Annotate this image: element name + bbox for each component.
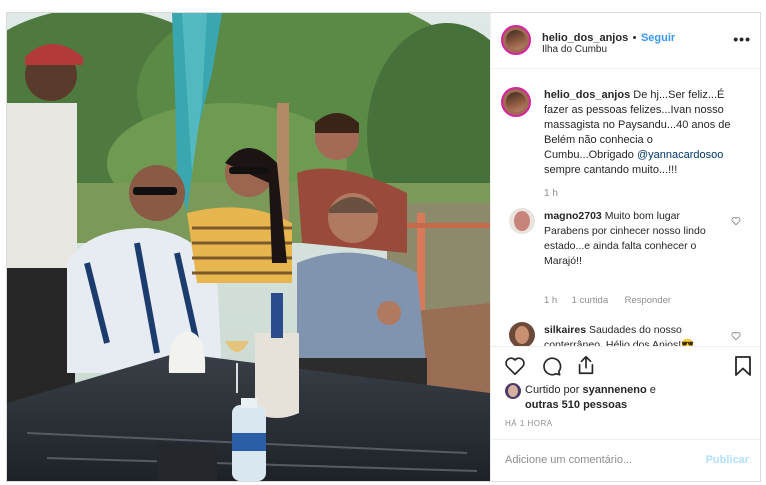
instagram-post: helio_dos_anjos • Seguir Ilha do Cumbu •… xyxy=(6,12,761,482)
post-caption: helio_dos_anjos De hj...Ser feliz...É fa… xyxy=(544,88,734,201)
follow-button[interactable]: Seguir xyxy=(641,32,675,44)
liked-by-user[interactable]: syanneneno xyxy=(582,384,646,396)
post-side-panel: helio_dos_anjos • Seguir Ilha do Cumbu •… xyxy=(490,13,760,481)
caption-text-end: sempre cantando muito...!!! xyxy=(544,164,678,176)
caption-username[interactable]: helio_dos_anjos xyxy=(544,89,630,101)
add-comment-input[interactable]: Adicione um comentário... xyxy=(505,454,632,466)
comment-bubble-icon[interactable] xyxy=(540,355,562,377)
comment-username[interactable]: silkaires xyxy=(544,324,586,336)
add-comment-bar: Adicione um comentário... Publicar xyxy=(491,439,760,481)
separator-dot: • xyxy=(632,32,637,44)
liked-by-prefix: Curtido por xyxy=(525,384,583,396)
liked-by-middle: e xyxy=(646,384,656,396)
like-comment-heart-icon[interactable] xyxy=(731,331,741,341)
group-photo-illustration xyxy=(7,13,490,481)
comment-likes-count[interactable]: 1 curtida xyxy=(572,295,608,306)
post-header: helio_dos_anjos • Seguir Ilha do Cumbu •… xyxy=(491,13,760,69)
caption-mention[interactable]: @yannacardosoo xyxy=(637,149,723,161)
liked-by-summary: Curtido por syanneneno e outras 510 pess… xyxy=(525,383,656,413)
post-location[interactable]: Ilha do Cumbu xyxy=(542,44,607,55)
caption-avatar[interactable] xyxy=(501,87,531,117)
commenter-avatar-silkaires[interactable] xyxy=(509,322,535,346)
save-bookmark-icon[interactable] xyxy=(734,355,752,377)
like-heart-icon[interactable] xyxy=(504,355,526,377)
author-avatar[interactable] xyxy=(501,25,531,55)
post-photo[interactable] xyxy=(7,13,490,481)
liked-by-others[interactable]: outras 510 pessoas xyxy=(525,399,627,411)
share-icon[interactable] xyxy=(575,354,597,376)
comment-silkaires: silkaires Saudades do nosso conterrâneo,… xyxy=(544,323,724,346)
author-username[interactable]: helio_dos_anjos xyxy=(542,32,628,44)
post-timestamp[interactable]: HÁ 1 HORA xyxy=(505,419,553,428)
reply-button[interactable]: Responder xyxy=(625,295,671,306)
comment-username[interactable]: magno2703 xyxy=(544,210,602,222)
like-comment-heart-icon[interactable] xyxy=(731,216,741,226)
comment-time: 1 h xyxy=(544,295,558,306)
comments-section: helio_dos_anjos De hj...Ser feliz...É fa… xyxy=(491,68,760,346)
publish-button[interactable]: Publicar xyxy=(706,454,749,466)
post-actions: Curtido por syanneneno e outras 510 pess… xyxy=(491,346,760,481)
commenter-avatar-magno2703[interactable] xyxy=(509,208,535,234)
caption-time: 1 h xyxy=(544,188,558,199)
more-options-icon[interactable]: ••• xyxy=(733,31,751,47)
comment-magno2703: magno2703 Muito bom lugar Parabens por c… xyxy=(544,209,724,269)
liker-avatar[interactable] xyxy=(505,383,521,399)
